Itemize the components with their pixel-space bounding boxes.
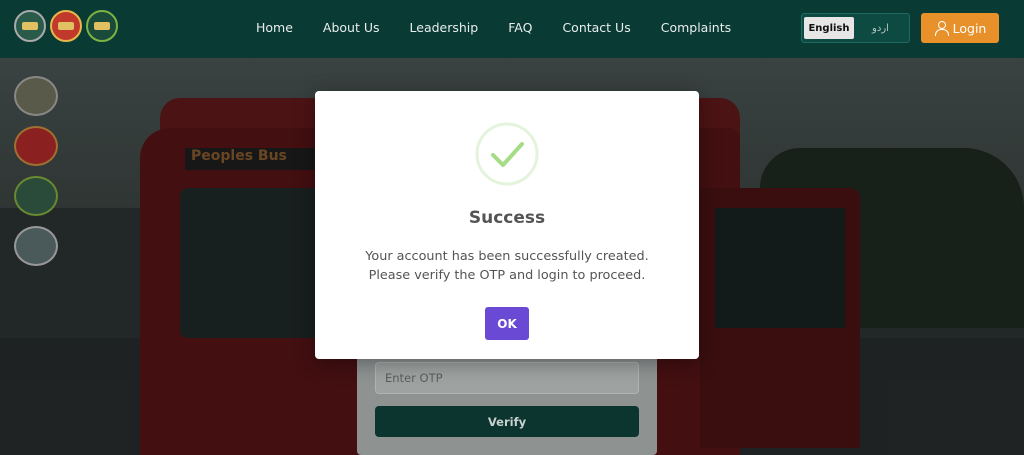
nav-contact-us[interactable]: Contact Us (562, 20, 630, 35)
nav-home[interactable]: Home (256, 20, 293, 35)
login-label: Login (952, 20, 987, 36)
side-logos (14, 76, 58, 266)
bus-logo[interactable] (50, 10, 82, 42)
success-check-icon (475, 122, 539, 186)
green-side-logo (14, 176, 58, 216)
lang-english-button[interactable]: English (804, 17, 854, 39)
nav-about-us[interactable]: About Us (323, 20, 380, 35)
lang-urdu-button[interactable]: اردو (854, 23, 907, 34)
nav-faq[interactable]: FAQ (508, 20, 532, 35)
bus-side-logo (14, 126, 58, 166)
transport-dept-logo[interactable] (14, 10, 46, 42)
modal-message-line1: Your account has been successfully creat… (365, 249, 649, 264)
ok-button[interactable]: OK (485, 307, 529, 340)
header-logos (14, 10, 118, 42)
modal-message: Your account has been successfully creat… (315, 247, 699, 285)
success-modal: Success Your account has been successful… (315, 91, 699, 359)
verify-button[interactable]: Verify (375, 406, 639, 437)
header: Home About Us Leadership FAQ Contact Us … (0, 0, 1024, 58)
modal-title: Success (468, 208, 546, 228)
main-nav: Home About Us Leadership FAQ Contact Us … (256, 20, 731, 35)
nav-leadership[interactable]: Leadership (410, 20, 479, 35)
transport-dept-side-logo (14, 76, 58, 116)
login-button[interactable]: Login (921, 13, 999, 43)
punjab-govt-logo (14, 226, 58, 266)
user-icon (934, 21, 949, 36)
modal-message-line2: Please verify the OTP and login to proce… (368, 268, 646, 283)
nav-complaints[interactable]: Complaints (661, 20, 731, 35)
otp-input[interactable]: Enter OTP (375, 362, 639, 394)
green-logo[interactable] (86, 10, 118, 42)
language-switcher: English اردو (801, 13, 910, 43)
